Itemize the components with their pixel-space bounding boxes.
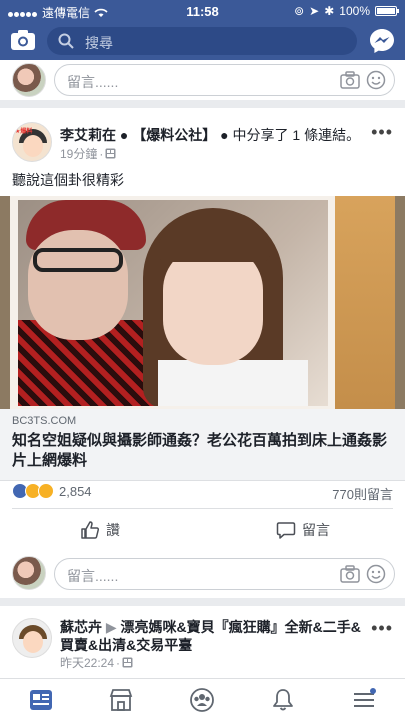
location-icon: ➤ [309, 4, 320, 18]
comment-count[interactable]: 770則留言 [332, 484, 393, 503]
author-name[interactable]: 蘇芯卉 [60, 619, 102, 635]
group-name[interactable]: 【爆料公社】 [132, 127, 216, 143]
post-meta: 昨天22:24 · [60, 654, 133, 671]
bluetooth-icon: ✱ [324, 4, 335, 18]
comment-button[interactable]: 留言 [276, 520, 330, 540]
camera-icon[interactable] [340, 71, 360, 89]
status-bar: 遠傳電信 11:58 ⊚ ➤ ✱ 100% [0, 0, 405, 22]
like-button[interactable]: 讚 [80, 520, 120, 540]
battery-icon [375, 6, 399, 16]
next-post-header: 蘇芯卉 ▶ 漂亮媽咪&寶貝『瘋狂購』全新&二手&買賣&出清&交易平臺 [60, 618, 365, 654]
post-options-icon[interactable]: ••• [371, 122, 393, 143]
author-avatar[interactable] [12, 618, 52, 658]
post-header: 李艾莉在 ● 【爆料公社】 ● 中分享了 1 條連結。 [60, 125, 360, 145]
bullet-icon: ● [119, 127, 133, 143]
globe-icon [122, 657, 133, 668]
reactions-summary[interactable]: 2,854 [12, 483, 92, 499]
author-name[interactable]: 李艾莉在 [60, 127, 116, 143]
bullet-icon: ● [220, 127, 233, 143]
comment-placeholder: 留言...... [67, 74, 119, 90]
link-domain: BC3TS.COM [12, 415, 77, 427]
post-options-icon[interactable]: ••• [371, 618, 393, 639]
comment-composer-top: 留言...... [0, 60, 405, 100]
haha-reaction-icon [38, 483, 54, 499]
groups-icon[interactable] [189, 687, 215, 713]
orientation-lock-icon: ⊚ [294, 4, 305, 18]
news-feed-icon[interactable] [28, 687, 54, 713]
globe-icon [105, 148, 116, 159]
avatar[interactable] [12, 556, 46, 590]
battery-percent: 100% [339, 4, 370, 18]
top-nav-bar: 搜尋 [0, 22, 405, 60]
post-time[interactable]: 19分鐘 [60, 145, 97, 162]
link-title: 知名空姐疑似與攝影師通姦？老公花百萬拍到床上通姦影片上網爆料 [12, 432, 388, 469]
messenger-icon[interactable] [369, 28, 395, 54]
reaction-count: 2,854 [59, 483, 92, 499]
notifications-icon[interactable] [270, 687, 296, 713]
avatar[interactable] [12, 63, 46, 97]
post-text: 聽說這個卦很精彩 [12, 172, 124, 188]
post-action: 中分享了 1 條連結。 [232, 127, 361, 143]
status-right: ⊚ ➤ ✱ 100% [294, 4, 399, 18]
post-meta: 19分鐘 · [60, 145, 116, 162]
search-icon [58, 33, 74, 49]
shared-photo [18, 200, 328, 406]
next-post-card: 蘇芯卉 ▶ 漂亮媽咪&寶貝『瘋狂購』全新&二手&買賣&出清&交易平臺 昨天22:… [0, 606, 405, 678]
camera-icon[interactable] [10, 29, 36, 51]
search-bar[interactable]: 搜尋 [47, 27, 357, 55]
camera-icon[interactable] [340, 565, 360, 583]
arrow-icon: ▶ [105, 619, 121, 635]
like-label: 讚 [106, 522, 120, 538]
comment-icon [276, 522, 296, 539]
comment-placeholder: 留言...... [67, 568, 119, 584]
divider [12, 508, 393, 509]
menu-icon[interactable] [351, 687, 377, 713]
marketplace-icon[interactable] [108, 687, 134, 713]
post-card: ★爆料 李艾莉在 ● 【爆料公社】 ● 中分享了 1 條連結。 19分鐘 · •… [0, 108, 405, 598]
bottom-tab-bar [0, 678, 405, 720]
link-preview-meta[interactable]: BC3TS.COM 知名空姐疑似與攝影師通姦？老公花百萬拍到床上通姦影片上網爆料 [0, 409, 405, 481]
emoji-icon[interactable] [366, 564, 386, 584]
link-preview-image[interactable] [0, 196, 405, 409]
emoji-icon[interactable] [366, 70, 386, 90]
search-placeholder: 搜尋 [85, 35, 113, 51]
comment-input[interactable]: 留言...... [54, 558, 395, 590]
like-icon [81, 521, 100, 539]
comment-label: 留言 [302, 522, 330, 538]
post-time[interactable]: 昨天22:24 [60, 654, 114, 671]
author-avatar[interactable]: ★爆料 [12, 122, 52, 162]
comment-input[interactable]: 留言...... [54, 64, 395, 96]
